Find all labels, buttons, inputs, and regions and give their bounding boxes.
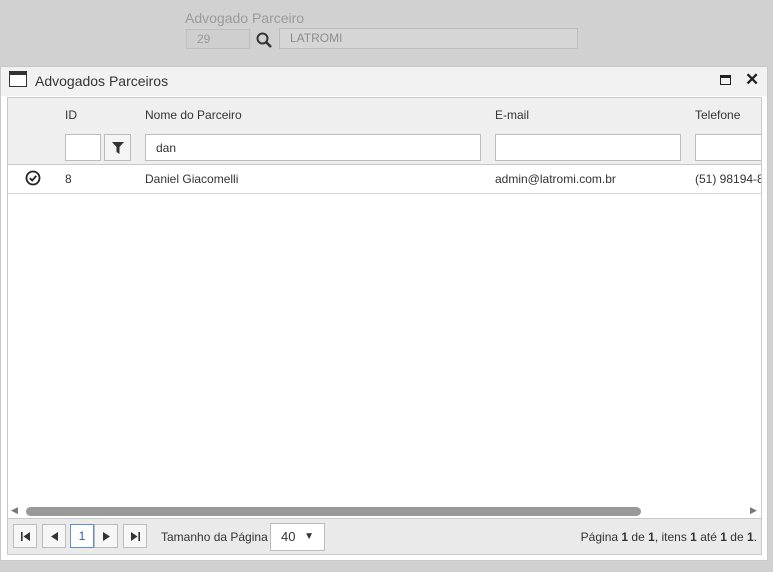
window-icon — [9, 71, 27, 87]
maximize-icon[interactable] — [720, 75, 731, 85]
filter-button[interactable] — [104, 134, 131, 161]
page-size-value: 40 — [281, 529, 296, 544]
page-size-select[interactable]: 40 ▼ — [270, 523, 325, 551]
partners-grid: ID Nome do Parceiro E-mail Telefone 8 Da… — [7, 97, 762, 519]
col-header-name[interactable]: Nome do Parceiro — [145, 108, 242, 122]
page-number-button[interactable]: 1 — [70, 524, 94, 548]
filter-phone-input[interactable] — [695, 134, 761, 161]
dialog-titlebar[interactable]: Advogados Parceiros ✕ — [1, 67, 767, 96]
pager: 1 Tamanho da Página 40 ▼ Página 1 de 1, … — [7, 518, 762, 555]
funnel-icon — [111, 141, 124, 154]
scroll-thumb[interactable] — [26, 507, 641, 516]
first-page-button[interactable] — [13, 524, 37, 548]
horizontal-scrollbar[interactable]: ◀ ▶ — [7, 504, 762, 519]
cell-name: Daniel Giacomelli — [145, 172, 239, 186]
grid-header: ID Nome do Parceiro E-mail Telefone — [8, 98, 761, 132]
select-check-icon[interactable] — [25, 170, 41, 186]
advogado-name-field[interactable]: LATROMI — [279, 28, 578, 49]
close-icon[interactable]: ✕ — [745, 70, 759, 90]
scroll-right-icon[interactable]: ▶ — [750, 505, 757, 516]
cell-id: 8 — [65, 172, 72, 186]
dialog-title: Advogados Parceiros — [35, 73, 169, 89]
cell-phone: (51) 98194-8 — [695, 172, 762, 186]
advogados-dialog: Advogados Parceiros ✕ ID Nome do Parceir… — [0, 66, 768, 561]
scroll-left-icon[interactable]: ◀ — [11, 505, 18, 516]
col-header-email[interactable]: E-mail — [495, 108, 529, 122]
advogado-parceiro-label: Advogado Parceiro — [185, 10, 305, 26]
col-header-phone[interactable]: Telefone — [695, 108, 740, 122]
filter-email-input[interactable] — [495, 134, 681, 161]
pager-info: Página 1 de 1, itens 1 até 1 de 1. — [580, 530, 757, 544]
first-page-icon — [20, 531, 30, 541]
page-size-label: Tamanho da Página — [161, 530, 268, 544]
cell-email: admin@latromi.com.br — [495, 172, 616, 186]
filter-row — [8, 131, 761, 165]
chevron-down-icon: ▼ — [304, 531, 314, 542]
advogado-id-field[interactable]: 29 — [186, 29, 250, 49]
table-row[interactable]: 8 Daniel Giacomelli admin@latromi.com.br… — [8, 165, 761, 194]
next-page-button[interactable] — [94, 524, 118, 548]
last-page-icon — [130, 531, 140, 541]
search-icon[interactable] — [256, 32, 272, 48]
prev-page-button[interactable] — [42, 524, 66, 548]
col-header-id[interactable]: ID — [65, 108, 77, 122]
filter-id-input[interactable] — [65, 134, 101, 161]
filter-name-input[interactable] — [145, 134, 481, 161]
prev-page-icon — [50, 531, 58, 541]
next-page-icon — [102, 531, 110, 541]
last-page-button[interactable] — [123, 524, 147, 548]
